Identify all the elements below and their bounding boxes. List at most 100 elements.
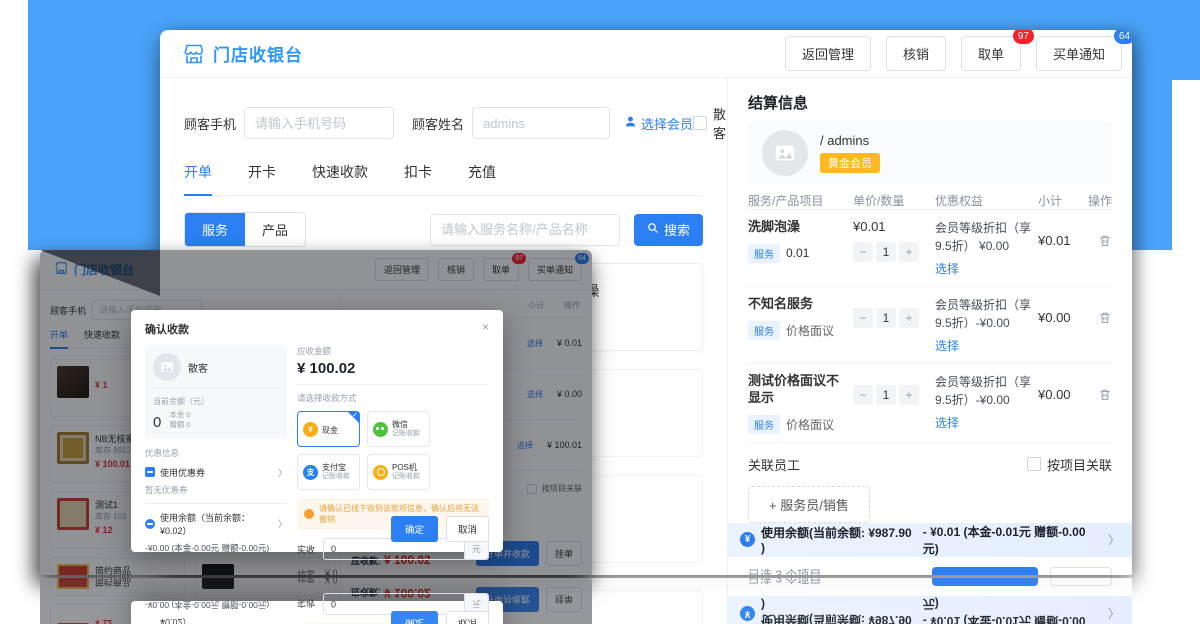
- item-price-note: 价格面议: [786, 416, 834, 433]
- amount-value: ¥ 100.02: [297, 360, 489, 377]
- retrieve-order-button[interactable]: 取单97: [961, 36, 1021, 71]
- walk-in-label: 散客: [713, 104, 726, 142]
- window-reflection: 门店收银台 返回管理 核销 取单97 买单通知64 顾客手机 顾客姓名 选择会员: [160, 578, 1132, 624]
- use-balance-row[interactable]: 使用余额（当前余额：¥0.02） 〉: [145, 511, 287, 537]
- balance-text: 使用余额(当前余额: ¥987.90 ): [761, 524, 917, 555]
- by-item-label: 按项目关联: [1047, 455, 1112, 474]
- customer-phone-input[interactable]: [244, 107, 394, 139]
- add-staff-button[interactable]: + 服务员/销售: [748, 486, 870, 523]
- received-unit: 元: [464, 539, 488, 559]
- payment-methods: ¥ 现金 ✓ 微信记账收款 支 支付宝记账收款: [297, 411, 489, 490]
- tab-recharge[interactable]: 充值: [468, 162, 496, 195]
- avatar: [153, 353, 181, 381]
- balance-row-text: 使用余额（当前余额：¥0.02）: [160, 511, 273, 537]
- item-price-note: 价格面议: [786, 322, 834, 339]
- pay-notice-button[interactable]: 买单通知64: [1036, 36, 1122, 71]
- background-cashier-window: 门店收银台 返回管理 核销 取单97 买单通知64 顾客手机 开单 快速收款: [40, 250, 592, 575]
- alipay-icon: 支: [303, 465, 318, 480]
- decor-corner: [1172, 0, 1200, 80]
- delete-item-icon[interactable]: [1086, 296, 1112, 330]
- walk-in-option[interactable]: 散客: [693, 104, 726, 142]
- member-level-badge: 黄金会员: [820, 153, 880, 173]
- received-label: 实收: [297, 543, 315, 556]
- phone-label: 顾客手机: [184, 114, 236, 133]
- chevron-right-icon[interactable]: 〉: [1108, 531, 1120, 548]
- chevron-right-icon: 〉: [278, 466, 287, 479]
- quantity-value: 1: [876, 308, 896, 328]
- verify-button[interactable]: 核销: [886, 36, 946, 71]
- subtotal: ¥0.00: [1038, 296, 1086, 325]
- select-member-link[interactable]: 选择会员: [624, 114, 693, 133]
- received-value: 0: [324, 539, 464, 559]
- table-row: 测试价格面议不显示 服务价格面议 − 1 + 会员等级折扣（享9.5折）-¥0.…: [748, 364, 1112, 443]
- choose-benefit-link[interactable]: 选择: [935, 337, 959, 354]
- pos-icon: [373, 465, 388, 480]
- method-cash[interactable]: ¥ 现金 ✓: [297, 411, 360, 447]
- catalog-search-input[interactable]: [430, 214, 620, 246]
- storefront-icon: [182, 43, 206, 65]
- benefit-text: 会员等级折扣（享9.5折）-¥0.00: [935, 296, 1032, 332]
- minus-button[interactable]: −: [853, 308, 873, 328]
- plus-button[interactable]: +: [899, 385, 919, 405]
- minus-button[interactable]: −: [853, 385, 873, 405]
- open-and-pay-button[interactable]: 开单并收款: [932, 567, 1038, 575]
- cash-icon: ¥: [303, 422, 318, 437]
- item-type-tag: 服务: [748, 244, 780, 263]
- balance-bar[interactable]: ¥ 使用余额(当前余额: ¥987.90 ) - ¥0.01 (本金-0.01元…: [728, 523, 1132, 557]
- customer-name-input[interactable]: [472, 107, 610, 139]
- by-item-option[interactable]: 按项目关联: [1027, 455, 1112, 474]
- modal-customer-card: 散客 当前余额（元） 0 本金 0赠额 0: [145, 345, 287, 438]
- tab-open-card[interactable]: 开卡: [248, 162, 276, 195]
- selected-count: 已选 3 个项目: [748, 566, 856, 575]
- chevron-right-icon: 〉: [278, 517, 287, 530]
- item-name: 不知名服务: [748, 296, 853, 313]
- item-name: 洗脚泡澡: [748, 219, 853, 236]
- wechat-icon: [373, 422, 388, 437]
- type-service-button[interactable]: 服务: [185, 213, 245, 246]
- info-icon: !: [304, 509, 314, 519]
- plus-button[interactable]: +: [899, 308, 919, 328]
- cancel-button[interactable]: 取消: [446, 516, 489, 542]
- walk-in-checkbox[interactable]: [693, 116, 707, 130]
- modal-title: 确认收款: [145, 321, 189, 337]
- benefit-text: 会员等级折扣（享9.5折） ¥0.00: [935, 219, 1032, 255]
- tab-open-order[interactable]: 开单: [184, 162, 212, 196]
- retrieve-order-badge: 97: [1013, 30, 1034, 44]
- delete-item-icon[interactable]: [1086, 219, 1112, 253]
- tab-deduct-card[interactable]: 扣卡: [404, 162, 432, 195]
- minus-button[interactable]: −: [853, 242, 873, 262]
- close-icon[interactable]: ×: [482, 321, 489, 333]
- use-coupon-row[interactable]: 使用优惠券 〉: [145, 466, 287, 479]
- unit-price: ¥0.01: [853, 219, 935, 234]
- order-tabs: 开单 开卡 快速收款 扣卡 充值: [184, 162, 703, 196]
- by-item-checkbox[interactable]: [1027, 457, 1041, 471]
- settlement-footer: 已选 3 个项目 应收款: ¥ 0.00 开单并收款 挂单: [748, 557, 1112, 575]
- plus-button[interactable]: +: [899, 242, 919, 262]
- delete-item-icon[interactable]: [1086, 373, 1112, 407]
- hold-order-button[interactable]: 挂单: [1050, 567, 1112, 575]
- back-to-admin-button[interactable]: 返回管理: [785, 36, 871, 71]
- header: 门店收银台 返回管理 核销 取单97 买单通知64: [160, 30, 1132, 78]
- discount-title: 优惠信息: [145, 447, 287, 459]
- item-type-tag: 服务: [748, 415, 780, 434]
- method-pos[interactable]: POS机记账收款: [367, 454, 430, 490]
- search-button[interactable]: 搜索: [634, 214, 703, 246]
- amount-label: 应收金额: [297, 345, 489, 357]
- choose-benefit-link[interactable]: 选择: [935, 414, 959, 431]
- balance-label: 当前余额（元）: [153, 396, 279, 407]
- quantity-value: 1: [876, 385, 896, 405]
- discount-section: 优惠信息 使用优惠券 〉 暂无优惠券 使用余额（当前余额：¥0.02） 〉: [145, 447, 287, 554]
- method-wechat[interactable]: 微信记账收款: [367, 411, 430, 447]
- app-logo: 门店收银台: [182, 41, 303, 66]
- change-label: 找零: [297, 568, 315, 575]
- method-alipay[interactable]: 支 支付宝记账收款: [297, 454, 360, 490]
- catalog-toolbar: 服务 产品 搜索: [184, 212, 703, 247]
- avatar: [762, 130, 808, 176]
- balance-deduct: - ¥0.01 (本金-0.01元 赠额-0.00元): [923, 523, 1099, 557]
- coupon-icon: [145, 467, 155, 477]
- tab-quick-pay[interactable]: 快速收款: [312, 162, 368, 195]
- method-label: 请选择收款方式: [297, 392, 489, 404]
- confirm-button[interactable]: 确定: [391, 516, 438, 542]
- type-product-button[interactable]: 产品: [245, 213, 305, 246]
- choose-benefit-link[interactable]: 选择: [935, 260, 959, 277]
